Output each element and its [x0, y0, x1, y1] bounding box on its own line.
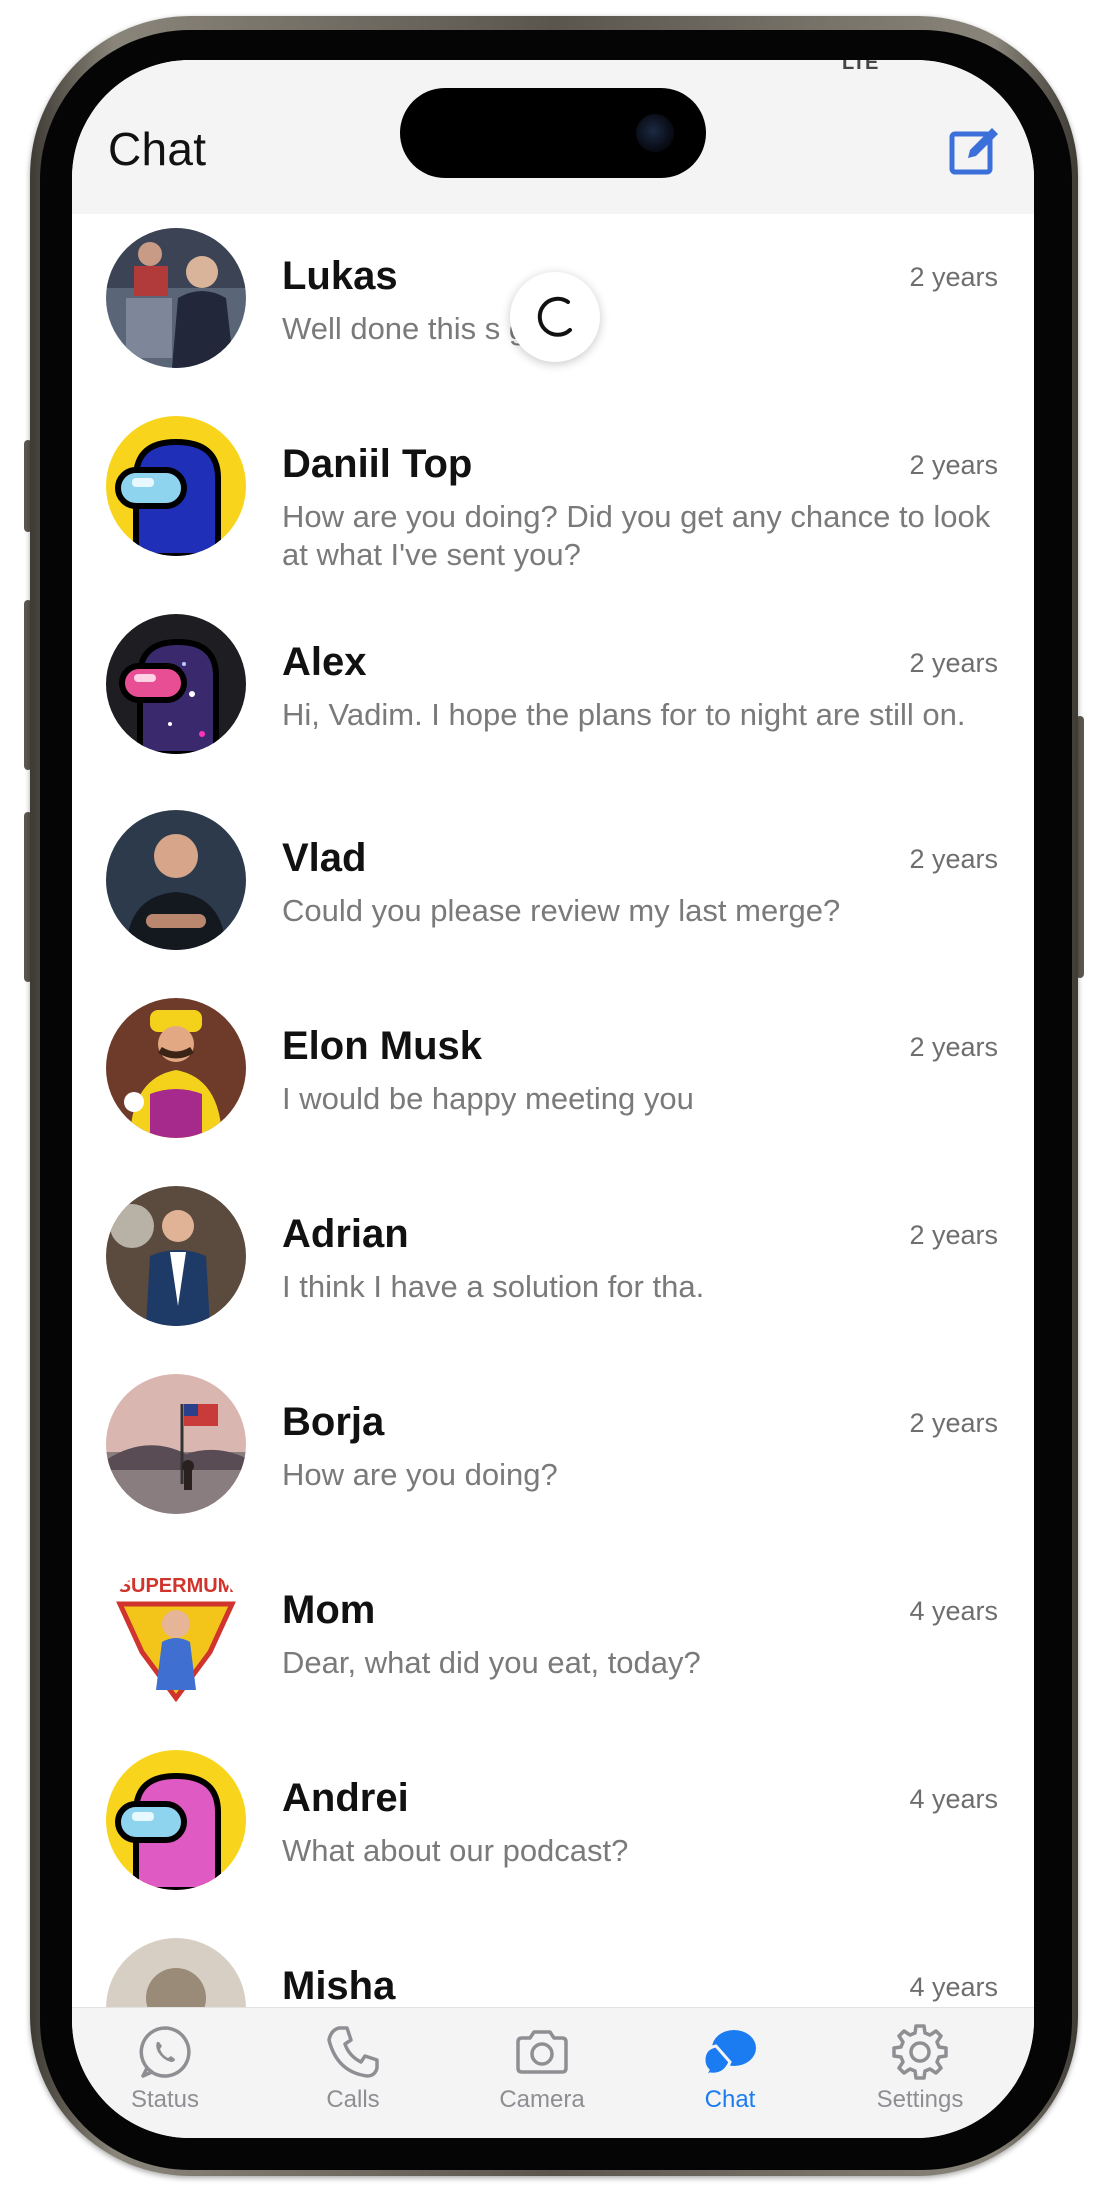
whatsapp-icon [139, 2026, 191, 2078]
among-us-galaxy-avatar [106, 614, 246, 754]
avatar: SUPERMUM [106, 1562, 246, 1702]
chat-time: 2 years [909, 648, 998, 678]
avatar-photo-adrian [106, 1186, 246, 1326]
chat-name: Andrei [282, 1776, 409, 1820]
chat-time: 2 years [909, 262, 998, 292]
tab-label: Calls [326, 2086, 380, 2113]
chat-time: 2 years [909, 1408, 998, 1438]
avatar [106, 614, 246, 754]
avatar [106, 228, 246, 368]
tab-chat[interactable]: Chat [650, 2022, 810, 2132]
chat-time: 2 years [909, 1032, 998, 1062]
chat-time: 2 years [909, 844, 998, 874]
chat-time: 4 years [909, 1972, 998, 2002]
avatar [106, 810, 246, 950]
chat-name: Lukas [282, 254, 398, 298]
dynamic-island [400, 88, 706, 178]
chat-name: Elon Musk [282, 1024, 483, 1068]
avatar-photo-vlad [106, 810, 246, 950]
supermum-logo-text: SUPERMUM [118, 1575, 235, 1597]
chat-name: Adrian [282, 1212, 409, 1256]
tab-settings[interactable]: Settings [840, 2022, 1000, 2132]
chat-preview: I think I have a solution for tha. [282, 1269, 705, 1304]
tab-status[interactable]: Status [85, 2022, 245, 2132]
chat-name: Borja [282, 1400, 385, 1444]
tab-bar: Status Calls Camera Chat Settings [72, 2007, 1034, 2138]
among-us-pink-avatar [106, 1750, 246, 1890]
phone-icon [327, 2026, 379, 2078]
chat-row-mom[interactable]: SUPERMUM Mom 4 years Dear, what did you … [72, 1562, 1034, 1722]
chat-time: 2 years [909, 1220, 998, 1250]
avatar-photo-elon-musk [106, 998, 246, 1138]
chat-name: Vlad [282, 836, 367, 880]
status-bar-network: LTE [842, 60, 879, 74]
chat-preview: What about our podcast? [282, 1833, 629, 1868]
chat-name: Mom [282, 1588, 376, 1632]
avatar [106, 1186, 246, 1326]
chat-preview: I would be happy meeting you [282, 1081, 694, 1116]
chat-time: 4 years [909, 1784, 998, 1814]
avatar [106, 1750, 246, 1890]
loading-spinner [510, 272, 600, 362]
avatar [106, 998, 246, 1138]
avatar-photo-borja [106, 1374, 246, 1514]
chat-bubble-icon [700, 2030, 756, 2082]
chat-row-vlad[interactable]: Vlad 2 years Could you please review my … [72, 810, 1034, 970]
chat-row-adrian[interactable]: Adrian 2 years I think I have a solution… [72, 1186, 1034, 1346]
chat-row-andrei[interactable]: Andrei 4 years What about our podcast? [72, 1750, 1034, 1910]
compose-icon [949, 128, 998, 175]
tab-label: Chat [704, 2086, 756, 2113]
chat-row-borja[interactable]: Borja 2 years How are you doing? [72, 1374, 1034, 1534]
chat-name: Daniil Top [282, 442, 473, 486]
page-title: Chat [108, 123, 207, 175]
screen: LTE Chat Lukas 2 years Well done this s … [72, 60, 1034, 2138]
chat-row-alex[interactable]: Alex 2 years Hi, Vadim. I hope the plans… [72, 614, 1034, 784]
compose-button[interactable] [948, 124, 1002, 178]
chat-preview: Could you please review my last merge? [282, 893, 841, 928]
chat-preview: Dear, what did you eat, today? [282, 1645, 701, 1680]
chat-preview: How are you doing? Did you get any chanc… [282, 499, 991, 572]
avatar [106, 1374, 246, 1514]
front-camera [636, 114, 674, 152]
avatar [106, 416, 246, 556]
tab-label: Camera [499, 2086, 585, 2113]
tab-camera[interactable]: Camera [462, 2022, 622, 2132]
supermum-avatar: SUPERMUM [106, 1562, 246, 1702]
gear-icon [892, 2024, 948, 2080]
chat-preview: Well done this s guys! [282, 311, 583, 346]
chat-time: 2 years [909, 450, 998, 480]
chat-row-elon-musk[interactable]: Elon Musk 2 years I would be happy meeti… [72, 998, 1034, 1158]
chat-preview: Hi, Vadim. I hope the plans for to night… [282, 697, 966, 732]
chat-name: Alex [282, 640, 367, 684]
tab-calls[interactable]: Calls [273, 2022, 433, 2132]
camera-icon [516, 2030, 568, 2074]
chat-row-daniil-top[interactable]: Daniil Top 2 years How are you doing? Di… [72, 416, 1034, 586]
avatar-photo-lukas [106, 228, 246, 368]
chat-preview: How are you doing? [282, 1457, 558, 1492]
chat-name: Misha [282, 1964, 396, 2008]
among-us-blue-avatar [106, 416, 246, 556]
chat-time: 4 years [909, 1596, 998, 1626]
spinner-icon [537, 296, 572, 337]
tab-label: Status [130, 2086, 200, 2113]
tab-label: Settings [876, 2086, 964, 2113]
